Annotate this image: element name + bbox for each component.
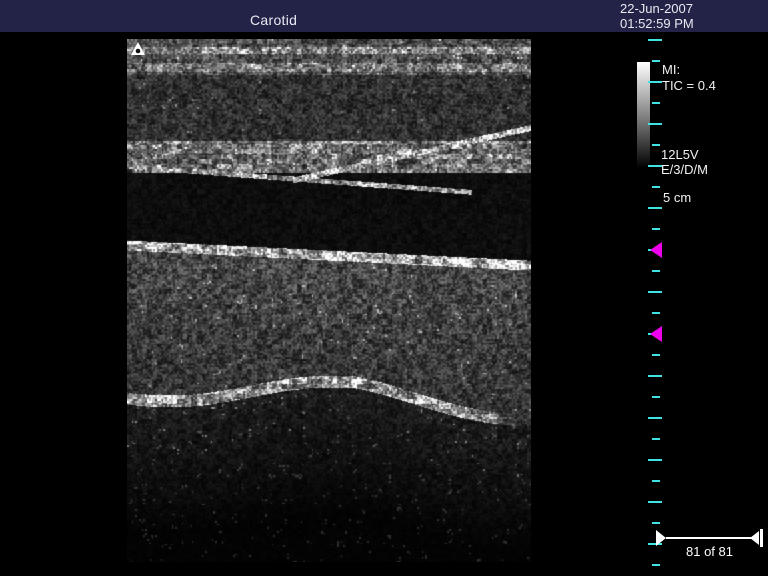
grayscale-bar [637, 62, 650, 168]
ruler-tick [652, 522, 660, 524]
ruler-tick [652, 102, 660, 104]
focus-marker-icon[interactable] [650, 242, 662, 258]
datetime-block: 22-Jun-2007 01:52:59 PM [620, 1, 694, 31]
ruler-tick [648, 291, 662, 293]
ruler-tick [652, 354, 660, 356]
ruler-tick [652, 186, 660, 188]
tic-value: TIC = 0.4 [662, 78, 716, 93]
ruler-tick [652, 144, 660, 146]
time-label: 01:52:59 PM [620, 16, 694, 31]
ultrasound-canvas [127, 39, 531, 562]
depth-label: 5 cm [663, 190, 691, 205]
focus-marker-icon[interactable] [650, 326, 662, 342]
ruler-tick [652, 396, 660, 398]
ruler-tick [652, 312, 660, 314]
ruler-tick [648, 417, 662, 419]
ruler-tick [648, 81, 662, 83]
exam-preset-title: Carotid [250, 12, 297, 28]
ruler-tick [648, 459, 662, 461]
mi-label: MI: [662, 62, 680, 77]
ruler-tick [652, 270, 660, 272]
ruler-tick [652, 228, 660, 230]
cine-progress-track[interactable] [666, 537, 751, 539]
cine-end-stop [760, 529, 763, 547]
ruler-tick [652, 60, 660, 62]
probe-orientation-icon [130, 41, 146, 57]
ruler-tick [648, 207, 662, 209]
cine-end-marker-icon [750, 531, 759, 545]
ultrasound-screen: Carotid 22-Jun-2007 01:52:59 PM MI: TIC … [0, 0, 768, 576]
ruler-tick [648, 375, 662, 377]
ruler-tick [652, 480, 660, 482]
ultrasound-image [127, 39, 531, 562]
transducer-label: 12L5V [661, 147, 699, 162]
cine-position-marker[interactable] [656, 530, 666, 546]
ruler-tick [648, 39, 662, 41]
ruler-tick [648, 165, 662, 167]
date-label: 22-Jun-2007 [620, 1, 694, 16]
ruler-tick [652, 564, 660, 566]
ruler-tick [648, 501, 662, 503]
header-bar: Carotid 22-Jun-2007 01:52:59 PM [0, 0, 768, 32]
ruler-tick [652, 438, 660, 440]
imaging-params-label: E/3/D/M [661, 162, 708, 177]
frame-counter: 81 of 81 [686, 544, 733, 559]
ruler-tick [648, 123, 662, 125]
